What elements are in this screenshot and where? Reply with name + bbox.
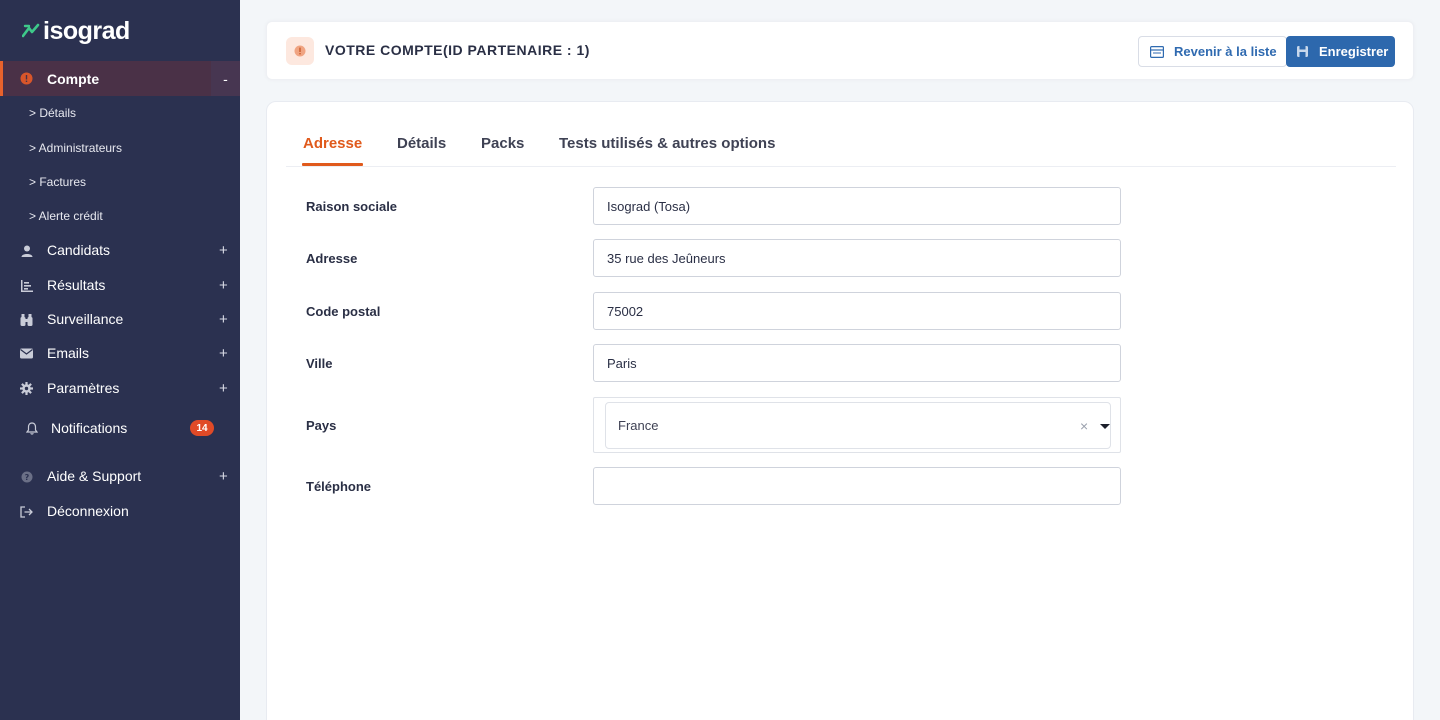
active-indicator: [0, 61, 3, 96]
logout-icon: [20, 505, 33, 518]
tab-details[interactable]: Détails: [397, 135, 446, 152]
telephone-label: Téléphone: [306, 479, 372, 494]
sidebar-item-label: Compte: [47, 71, 100, 87]
sidebar-item-label: Emails: [47, 345, 90, 361]
expand-icon[interactable]: +: [219, 380, 228, 397]
save-label: Enregistrer: [1319, 44, 1389, 59]
binoculars-icon: [20, 313, 33, 326]
page-header: VOTRE COMPTE(ID PARTENAIRE : 1) Revenir …: [266, 21, 1414, 80]
back-to-list-button[interactable]: Revenir à la liste: [1138, 36, 1287, 67]
isograd-logo-icon: [21, 22, 40, 40]
sidebar-item-parametres[interactable]: Paramètres +: [0, 379, 240, 397]
sidebar-subitem-details[interactable]: > Détails: [29, 106, 76, 120]
question-icon: ?: [20, 470, 33, 483]
logo-text: isograd: [43, 16, 130, 45]
sidebar-item-aide-support[interactable]: ? Aide & Support +: [0, 467, 240, 485]
pays-selected-value: France: [618, 418, 659, 433]
pays-select[interactable]: France ×: [605, 402, 1111, 449]
tab-packs[interactable]: Packs: [481, 135, 524, 152]
sidebar-item-label: Candidats: [47, 242, 111, 258]
bell-icon: [25, 422, 38, 435]
list-icon: [1150, 45, 1164, 58]
sidebar-item-resultats[interactable]: Résultats +: [0, 276, 240, 294]
sidebar-item-label: Aide & Support: [47, 468, 142, 484]
pays-label: Pays: [306, 418, 337, 433]
floppy-disk-icon: [1297, 46, 1308, 57]
sidebar-subitem-administrateurs[interactable]: > Administrateurs: [29, 141, 122, 155]
tab-tests-utilises[interactable]: Tests utilisés & autres options: [559, 135, 775, 152]
code-postal-input[interactable]: [593, 292, 1121, 330]
list-chart-icon: [20, 279, 33, 292]
adresse-input[interactable]: [593, 239, 1121, 277]
info-icon: [20, 72, 33, 85]
info-icon: [286, 37, 314, 65]
sidebar-item-label: Surveillance: [47, 311, 124, 327]
tab-adresse[interactable]: Adresse: [303, 135, 362, 152]
caret-down-icon[interactable]: [1100, 424, 1110, 429]
expand-icon[interactable]: +: [219, 345, 228, 362]
adresse-label: Adresse: [306, 251, 358, 266]
sidebar-item-label: Résultats: [47, 277, 106, 293]
expand-icon[interactable]: +: [219, 311, 228, 328]
pays-select-wrapper: France ×: [593, 397, 1121, 453]
ville-input[interactable]: [593, 344, 1121, 382]
tab-bar: Adresse Détails Packs Tests utilisés & a…: [286, 102, 1396, 167]
sidebar-subitem-factures[interactable]: > Factures: [29, 175, 86, 189]
clear-icon[interactable]: ×: [1080, 418, 1088, 434]
expand-icon[interactable]: +: [219, 277, 228, 294]
sidebar-item-label: Notifications: [51, 420, 128, 436]
sidebar-item-label: Déconnexion: [47, 503, 129, 519]
sidebar-item-notifications[interactable]: Notifications 14: [0, 419, 240, 437]
sidebar-item-deconnexion[interactable]: Déconnexion: [0, 502, 240, 520]
back-to-list-label: Revenir à la liste: [1174, 44, 1277, 59]
sidebar-item-emails[interactable]: Emails +: [0, 344, 240, 362]
ville-label: Ville: [306, 356, 333, 371]
user-icon: [20, 244, 33, 257]
sidebar: isograd Compte - > Détails > Administrat…: [0, 0, 240, 720]
telephone-input[interactable]: [593, 467, 1121, 505]
raison-sociale-input[interactable]: [593, 187, 1121, 225]
isograd-logo[interactable]: isograd: [21, 16, 130, 45]
sidebar-item-surveillance[interactable]: Surveillance +: [0, 310, 240, 328]
envelope-icon: [20, 347, 33, 360]
raison-sociale-label: Raison sociale: [306, 199, 398, 214]
active-tab-indicator: [302, 163, 363, 166]
account-form-card: Adresse Détails Packs Tests utilisés & a…: [266, 101, 1414, 720]
expand-icon[interactable]: +: [219, 242, 228, 259]
gear-icon: [20, 382, 33, 395]
code-postal-label: Code postal: [306, 304, 381, 319]
notification-count-badge: 14: [190, 420, 214, 436]
collapse-toggle[interactable]: -: [211, 61, 240, 96]
svg-text:?: ?: [24, 473, 29, 482]
save-button[interactable]: Enregistrer: [1286, 36, 1395, 67]
sidebar-item-candidats[interactable]: Candidats +: [0, 241, 240, 259]
page-title: VOTRE COMPTE(ID PARTENAIRE : 1): [325, 42, 590, 58]
expand-icon[interactable]: +: [219, 468, 228, 485]
sidebar-item-compte[interactable]: Compte -: [0, 61, 240, 96]
sidebar-subitem-alerte-credit[interactable]: > Alerte crédit: [29, 209, 103, 223]
sidebar-item-label: Paramètres: [47, 380, 120, 396]
